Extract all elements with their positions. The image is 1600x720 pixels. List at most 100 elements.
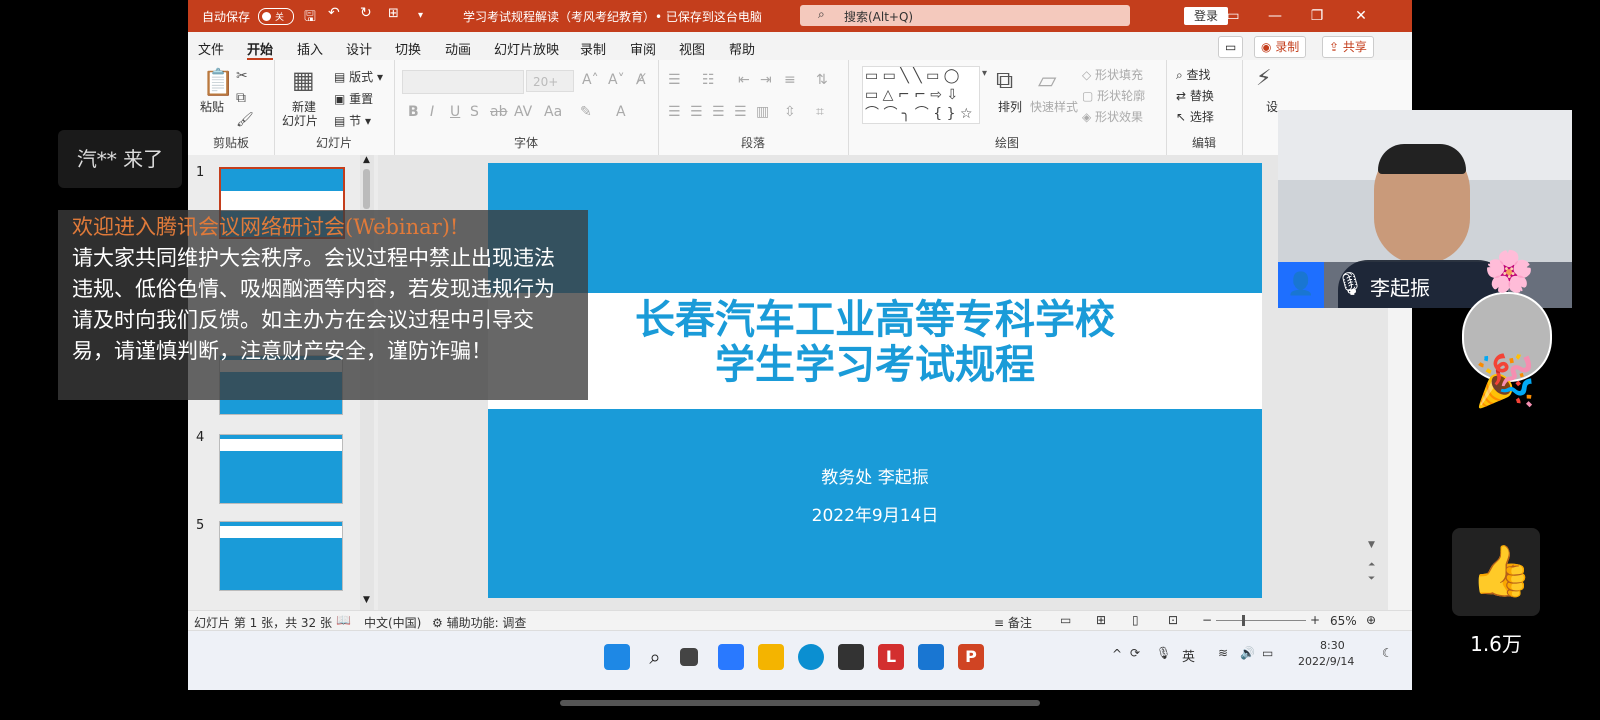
current-slide[interactable]: 长春汽车工业高等专科学校 学生学习考试规程 教务处 李起振 2022年9月14日 <box>488 163 1262 598</box>
slideshow-view-icon[interactable]: ⊡ <box>1168 613 1178 627</box>
slide-date[interactable]: 2022年9月14日 <box>488 501 1262 526</box>
prev-slide-icon[interactable]: ⏶ <box>1368 560 1375 570</box>
canvas-scroll-down-icon[interactable]: ▼ <box>1368 540 1375 550</box>
change-case-icon[interactable]: Aa <box>544 104 562 120</box>
start-icon[interactable] <box>604 644 630 670</box>
home-indicator[interactable] <box>560 700 1040 706</box>
find-button[interactable]: ⌕ 查找 <box>1176 66 1211 83</box>
decrease-indent-icon[interactable]: ⇤ <box>738 72 750 88</box>
close-button[interactable]: ✕ <box>1346 6 1376 26</box>
quick-styles-label[interactable]: 快速样式 <box>1030 98 1078 115</box>
comments-button[interactable]: ▭ <box>1218 36 1244 58</box>
numbering-icon[interactable]: ☷ <box>702 72 715 88</box>
tab-record[interactable]: 录制 <box>580 39 606 58</box>
slide-title[interactable]: 长春汽车工业高等专科学校 学生学习考试规程 <box>488 297 1262 387</box>
align-text-icon[interactable]: ⇳ <box>784 104 796 120</box>
zoom-in-icon[interactable]: + <box>1310 613 1320 627</box>
tab-home[interactable]: 开始 <box>247 39 274 61</box>
columns-icon[interactable]: ▥ <box>756 104 769 120</box>
tab-transitions[interactable]: 切换 <box>395 39 421 58</box>
paste-label[interactable]: 粘贴 <box>200 98 224 115</box>
zoom-slider-thumb[interactable] <box>1242 615 1245 626</box>
battery-icon[interactable]: ▭ <box>1262 646 1273 660</box>
scroll-up-icon[interactable]: ▲ <box>363 155 370 165</box>
tab-help[interactable]: 帮助 <box>729 39 755 58</box>
wifi-icon[interactable]: ≋ <box>1218 646 1228 660</box>
shape-fill-button[interactable]: ◇ 形状填充 <box>1082 66 1143 83</box>
reset-button[interactable]: ▣ 重置 <box>334 90 373 107</box>
paste-icon[interactable]: 📋 <box>202 68 234 98</box>
ribbon-display-icon[interactable]: ▭ <box>1218 6 1248 26</box>
text-direction-icon[interactable]: ⇅ <box>816 72 828 88</box>
arrange-label[interactable]: 排列 <box>998 98 1022 115</box>
highlight-icon[interactable]: ✎ <box>580 104 592 120</box>
slide-subtitle[interactable]: 教务处 李起振 <box>488 463 1262 488</box>
thumbnail-slide-4[interactable] <box>219 434 343 504</box>
select-button[interactable]: ↖ 选择 <box>1176 108 1214 125</box>
task-view-icon[interactable] <box>680 648 698 666</box>
save-icon[interactable]: 🖫 <box>304 6 316 30</box>
tray-chevron-icon[interactable]: ^ <box>1112 647 1122 661</box>
mic-icon[interactable]: 🎙 <box>1156 646 1171 660</box>
powerpoint-icon[interactable]: P <box>958 644 984 670</box>
store-icon[interactable] <box>838 644 864 670</box>
share-button[interactable]: ⇪ 共享 <box>1322 36 1374 58</box>
copy-icon[interactable]: ⧉ <box>236 90 246 106</box>
tab-insert[interactable]: 插入 <box>297 39 323 58</box>
ime-indicator[interactable]: 英 <box>1182 646 1195 665</box>
align-left-icon[interactable]: ☰ <box>668 104 681 120</box>
start-from-beginning-icon[interactable]: ⊞ <box>388 6 399 21</box>
tab-slideshow[interactable]: 幻灯片放映 <box>494 39 559 58</box>
spellcheck-icon[interactable]: 📖 <box>336 613 351 627</box>
zoom-out-icon[interactable]: − <box>1202 613 1212 627</box>
replace-button[interactable]: ⇄ 替换 <box>1176 87 1214 104</box>
bold-icon[interactable]: B <box>408 104 419 120</box>
search-taskbar-icon[interactable]: ⌕ <box>642 644 668 670</box>
redo-icon[interactable]: ↻ <box>360 5 372 21</box>
font-name-box[interactable] <box>402 70 524 94</box>
quick-styles-icon[interactable]: ▱ <box>1038 66 1056 94</box>
zoom-slider[interactable] <box>1216 615 1306 626</box>
like-button[interactable]: 👍 <box>1452 528 1540 616</box>
increase-indent-icon[interactable]: ⇥ <box>760 72 772 88</box>
accessibility-status[interactable]: ⚙ 辅助功能: 调查 <box>432 614 526 631</box>
shape-effects-button[interactable]: ◈ 形状效果 <box>1082 108 1143 125</box>
new-slide-icon[interactable]: ▦ <box>292 66 315 94</box>
minimize-button[interactable]: — <box>1260 6 1290 26</box>
italic-icon[interactable]: I <box>430 104 434 120</box>
search-box[interactable]: ⌕ 搜索(Alt+Q) <box>800 5 1130 26</box>
document-title[interactable]: 学习考试规程解读（考风考纪教育）• 已保存到这台电脑 <box>463 8 762 25</box>
tab-review[interactable]: 审阅 <box>630 39 656 58</box>
font-size-box[interactable]: 20+ <box>526 70 574 92</box>
scroll-thumb[interactable] <box>363 169 370 209</box>
shape-outline-button[interactable]: ▢ 形状轮廓 <box>1082 87 1145 104</box>
zoom-level[interactable]: 65% <box>1330 614 1357 628</box>
lenovo-icon[interactable]: L <box>878 644 904 670</box>
arrange-icon[interactable]: ⧉ <box>996 66 1013 94</box>
bullets-icon[interactable]: ☰ <box>668 72 681 88</box>
record-button[interactable]: ◉ 录制 <box>1254 36 1307 58</box>
next-slide-icon[interactable]: ⏷ <box>1368 574 1375 584</box>
restore-button[interactable]: ❐ <box>1302 6 1332 26</box>
customize-toolbar-icon[interactable]: ▾ <box>418 10 423 21</box>
cut-icon[interactable]: ✂ <box>236 68 248 84</box>
align-right-icon[interactable]: ☰ <box>712 104 725 120</box>
new-slide-label-2[interactable]: 幻灯片 <box>282 112 318 129</box>
smartart-icon[interactable]: ⌗ <box>816 104 824 120</box>
sync-icon[interactable]: ⟳ <box>1130 646 1140 660</box>
shadow-icon[interactable]: S <box>470 104 479 120</box>
fit-slide-icon[interactable]: ⊕ <box>1366 613 1376 627</box>
reading-view-icon[interactable]: ▯ <box>1132 613 1139 627</box>
widgets-icon[interactable] <box>718 644 744 670</box>
scroll-down-icon[interactable]: ▼ <box>363 595 370 605</box>
decrease-font-icon[interactable]: A˅ <box>608 72 625 88</box>
tab-view[interactable]: 视图 <box>679 39 705 58</box>
gallery-more-icon[interactable]: ▾ <box>982 68 987 79</box>
edge-icon[interactable] <box>798 644 824 670</box>
format-painter-icon[interactable]: 🖌 <box>236 112 254 128</box>
tab-animations[interactable]: 动画 <box>445 39 471 58</box>
normal-view-icon[interactable]: ▭ <box>1060 613 1071 627</box>
clock-time[interactable]: 8:30 <box>1320 639 1345 652</box>
char-spacing-icon[interactable]: AV <box>514 104 532 120</box>
clear-format-icon[interactable]: Ⱥ <box>636 72 646 88</box>
